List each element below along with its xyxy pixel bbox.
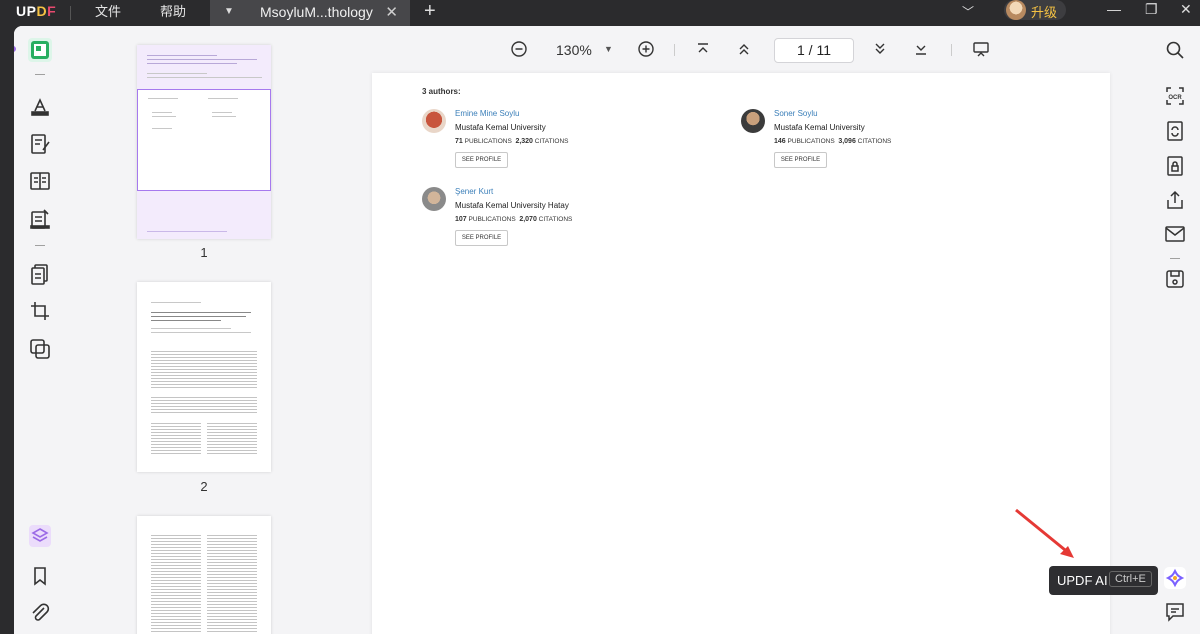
comment-highlight-icon[interactable]: [28, 94, 52, 118]
slideshow-icon[interactable]: [972, 41, 990, 60]
total-pages: 11: [816, 42, 831, 58]
tooltip-label: UPDF AI: [1057, 573, 1108, 588]
current-page: 1: [796, 42, 805, 58]
attachment-icon[interactable]: [28, 601, 52, 625]
updf-logo: UPDF: [16, 3, 57, 19]
menu-help[interactable]: 帮助: [160, 1, 186, 20]
author-stats: 146 PUBLICATIONS 3,096 CITATIONS: [774, 138, 892, 145]
first-page-icon[interactable]: [695, 41, 711, 60]
next-page-icon[interactable]: [872, 41, 888, 60]
previous-page-icon[interactable]: [736, 41, 752, 60]
convert-pdf-icon[interactable]: [1163, 119, 1187, 143]
zoom-out-icon[interactable]: [510, 40, 528, 61]
divider: [70, 6, 71, 20]
author-name[interactable]: Emine Mine Soylu: [455, 109, 519, 118]
divider: [1170, 258, 1180, 259]
search-icon[interactable]: [1163, 38, 1187, 62]
page-thumbnail[interactable]: [137, 282, 271, 472]
comments-icon[interactable]: [1163, 600, 1187, 624]
form-edit-icon[interactable]: [28, 207, 52, 231]
avatar: [1006, 0, 1026, 20]
author-card: Şener Kurt Mustafa Kemal University Hata…: [422, 187, 682, 257]
page-thumbnail[interactable]: [137, 516, 271, 634]
divider: [951, 44, 952, 56]
menu-file[interactable]: 文件: [95, 1, 121, 20]
tab-title: MsoyluM...thology: [260, 4, 373, 20]
author-stats: 107 PUBLICATIONS 2,070 CITATIONS: [455, 216, 573, 223]
page-thumbnail[interactable]: [137, 45, 271, 239]
crop-icon[interactable]: [28, 299, 52, 323]
reader-mode-icon[interactable]: [28, 38, 52, 62]
author-card: Soner Soylu Mustafa Kemal University 146…: [741, 109, 1001, 179]
restore-icon[interactable]: ❐: [1145, 1, 1158, 18]
author-name[interactable]: Soner Soylu: [774, 109, 818, 118]
email-icon[interactable]: [1163, 222, 1187, 246]
author-institution: Mustafa Kemal University: [455, 123, 546, 132]
page-layout-icon[interactable]: [28, 169, 52, 193]
minimize-icon[interactable]: —: [1107, 1, 1121, 17]
convert-icon[interactable]: [28, 337, 52, 361]
updf-ai-tooltip: UPDF AI Ctrl+E: [1049, 566, 1158, 595]
document-tab[interactable]: ▼ MsoyluM...thology ✕: [210, 0, 410, 26]
author-card: Emine Mine Soylu Mustafa Kemal Universit…: [422, 109, 682, 179]
save-icon[interactable]: [1163, 267, 1187, 291]
author-institution: Mustafa Kemal University: [774, 123, 865, 132]
page-number: 1: [200, 245, 208, 260]
pdf-page: 3 authors: Emine Mine Soylu Mustafa Kema…: [372, 73, 1110, 634]
zoom-level[interactable]: 130%: [556, 42, 592, 58]
page-separator: /: [808, 42, 813, 58]
layers-icon[interactable]: [28, 524, 52, 548]
edit-pdf-icon[interactable]: [28, 132, 52, 156]
upgrade-label: 升级: [1031, 5, 1058, 20]
page-selection-frame: [137, 89, 271, 191]
right-toolbar: OCR: [1150, 26, 1200, 634]
left-toolbar: [14, 26, 66, 634]
title-bar: UPDF 文件 帮助 ▼ MsoyluM...thology ✕ + ﹀ 升级 …: [0, 0, 1200, 26]
author-institution: Mustafa Kemal University Hatay: [455, 201, 569, 210]
last-page-icon[interactable]: [913, 41, 929, 60]
close-window-icon[interactable]: ✕: [1180, 1, 1192, 18]
page-number: 2: [200, 479, 208, 494]
see-profile-button[interactable]: SEE PROFILE: [455, 152, 508, 168]
organize-pages-icon[interactable]: [28, 262, 52, 286]
tab-close-icon[interactable]: ✕: [385, 3, 398, 21]
protect-icon[interactable]: [1163, 154, 1187, 178]
share-icon[interactable]: [1163, 188, 1187, 212]
svg-text:OCR: OCR: [1168, 95, 1182, 101]
tooltip-shortcut: Ctrl+E: [1109, 571, 1152, 587]
author-photo: [741, 109, 765, 133]
annotation-arrow: [1015, 508, 1074, 558]
tab-dropdown-icon[interactable]: ▼: [224, 6, 234, 17]
new-tab-icon[interactable]: +: [424, 0, 436, 23]
see-profile-button[interactable]: SEE PROFILE: [455, 230, 508, 246]
page-number-input[interactable]: 1 / 11: [774, 38, 854, 63]
see-profile-button[interactable]: SEE PROFILE: [774, 152, 827, 168]
author-name[interactable]: Şener Kurt: [455, 187, 493, 196]
divider: [35, 74, 45, 75]
author-photo: [422, 109, 446, 133]
chevron-down-icon[interactable]: ﹀: [962, 3, 974, 20]
authors-heading: 3 authors:: [422, 87, 461, 96]
upgrade-button[interactable]: 升级: [1004, 0, 1066, 20]
divider: [35, 245, 45, 246]
updf-ai-icon[interactable]: [1163, 566, 1187, 590]
zoom-in-icon[interactable]: [637, 40, 655, 61]
bookmark-icon[interactable]: [28, 564, 52, 588]
indicator-dot: [14, 46, 16, 52]
author-photo: [422, 187, 446, 211]
thumbnail-panel: 1 2: [66, 26, 350, 634]
zoom-dropdown-icon[interactable]: ▼: [604, 44, 613, 54]
author-stats: 71 PUBLICATIONS 2,320 CITATIONS: [455, 138, 569, 145]
ocr-icon[interactable]: OCR: [1163, 84, 1187, 108]
divider: [674, 44, 675, 56]
